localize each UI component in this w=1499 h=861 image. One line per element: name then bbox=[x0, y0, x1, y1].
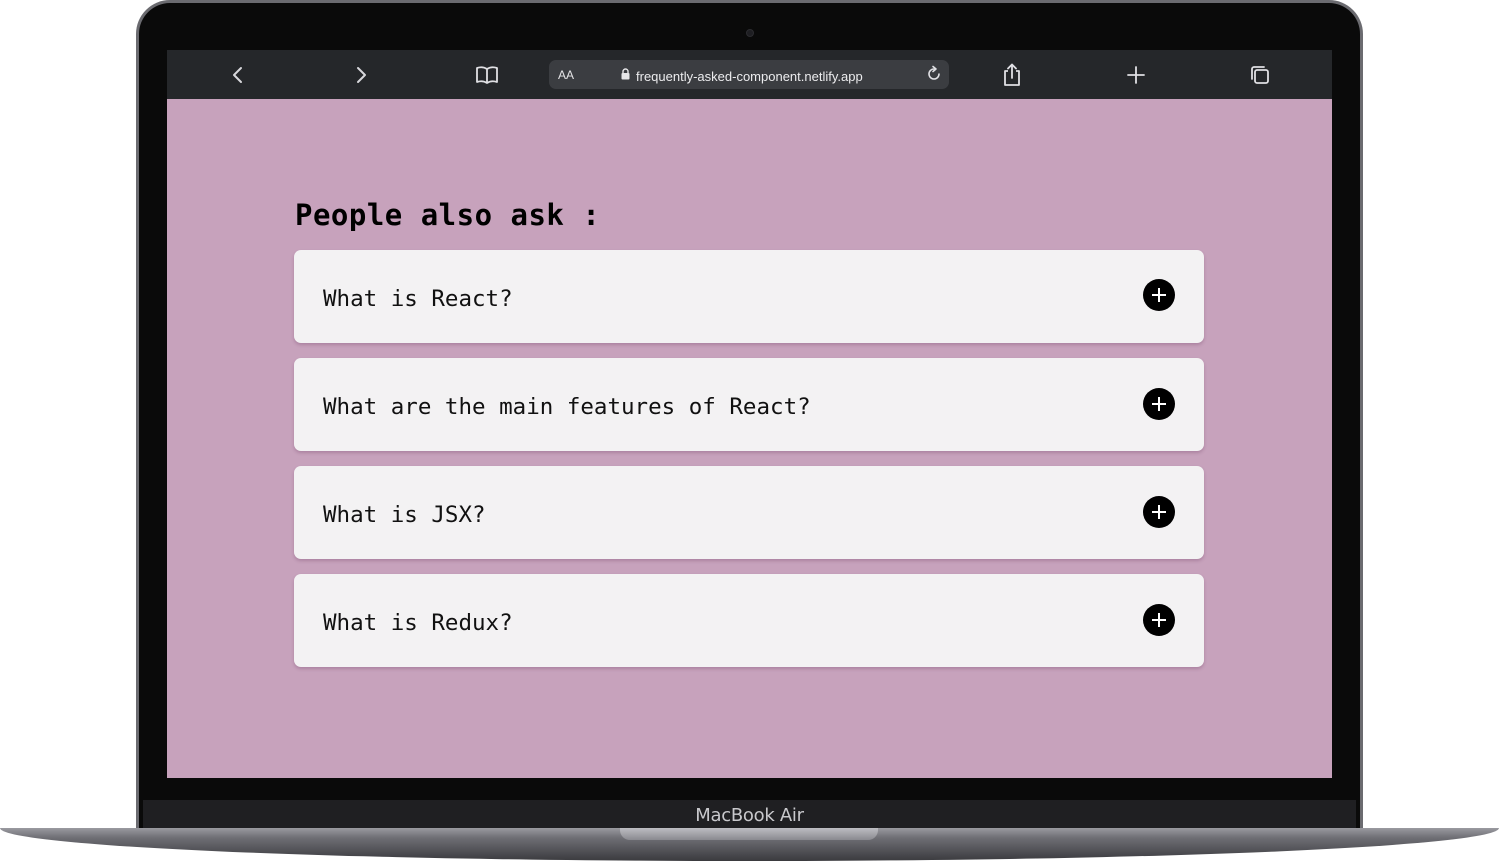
expand-plus-icon[interactable] bbox=[1143, 388, 1175, 420]
browser-screen: AA frequently-asked-component.netlify.ap… bbox=[167, 50, 1332, 778]
back-icon[interactable] bbox=[225, 62, 251, 88]
browser-toolbar: AA frequently-asked-component.netlify.ap… bbox=[167, 50, 1332, 99]
laptop-notch bbox=[620, 828, 878, 840]
camera-icon bbox=[746, 29, 754, 37]
tabs-icon[interactable] bbox=[1247, 62, 1273, 88]
faq-item[interactable]: What is React? bbox=[294, 250, 1204, 343]
faq-item[interactable]: What are the main features of React? bbox=[294, 358, 1204, 451]
url-text: frequently-asked-component.netlify.app bbox=[636, 68, 863, 84]
faq-item[interactable]: What is JSX? bbox=[294, 466, 1204, 559]
faq-question: What are the main features of React? bbox=[323, 394, 811, 420]
reload-icon[interactable] bbox=[925, 65, 943, 88]
expand-plus-icon[interactable] bbox=[1143, 604, 1175, 636]
faq-question: What is Redux? bbox=[323, 610, 513, 636]
new-tab-icon[interactable] bbox=[1123, 62, 1149, 88]
expand-plus-icon[interactable] bbox=[1143, 496, 1175, 528]
device-label: MacBook Air bbox=[695, 805, 804, 826]
bookmarks-icon[interactable] bbox=[474, 62, 500, 88]
expand-plus-icon[interactable] bbox=[1143, 279, 1175, 311]
faq-item[interactable]: What is Redux? bbox=[294, 574, 1204, 667]
lock-icon bbox=[621, 67, 630, 85]
address-bar[interactable]: AA frequently-asked-component.netlify.ap… bbox=[549, 60, 949, 89]
faq-question: What is React? bbox=[323, 286, 513, 312]
faq-question: What is JSX? bbox=[323, 502, 486, 528]
share-icon[interactable] bbox=[999, 62, 1025, 88]
reader-aa-button[interactable]: AA bbox=[558, 68, 574, 82]
forward-icon[interactable] bbox=[348, 62, 374, 88]
faq-title: People also ask : bbox=[295, 198, 601, 232]
